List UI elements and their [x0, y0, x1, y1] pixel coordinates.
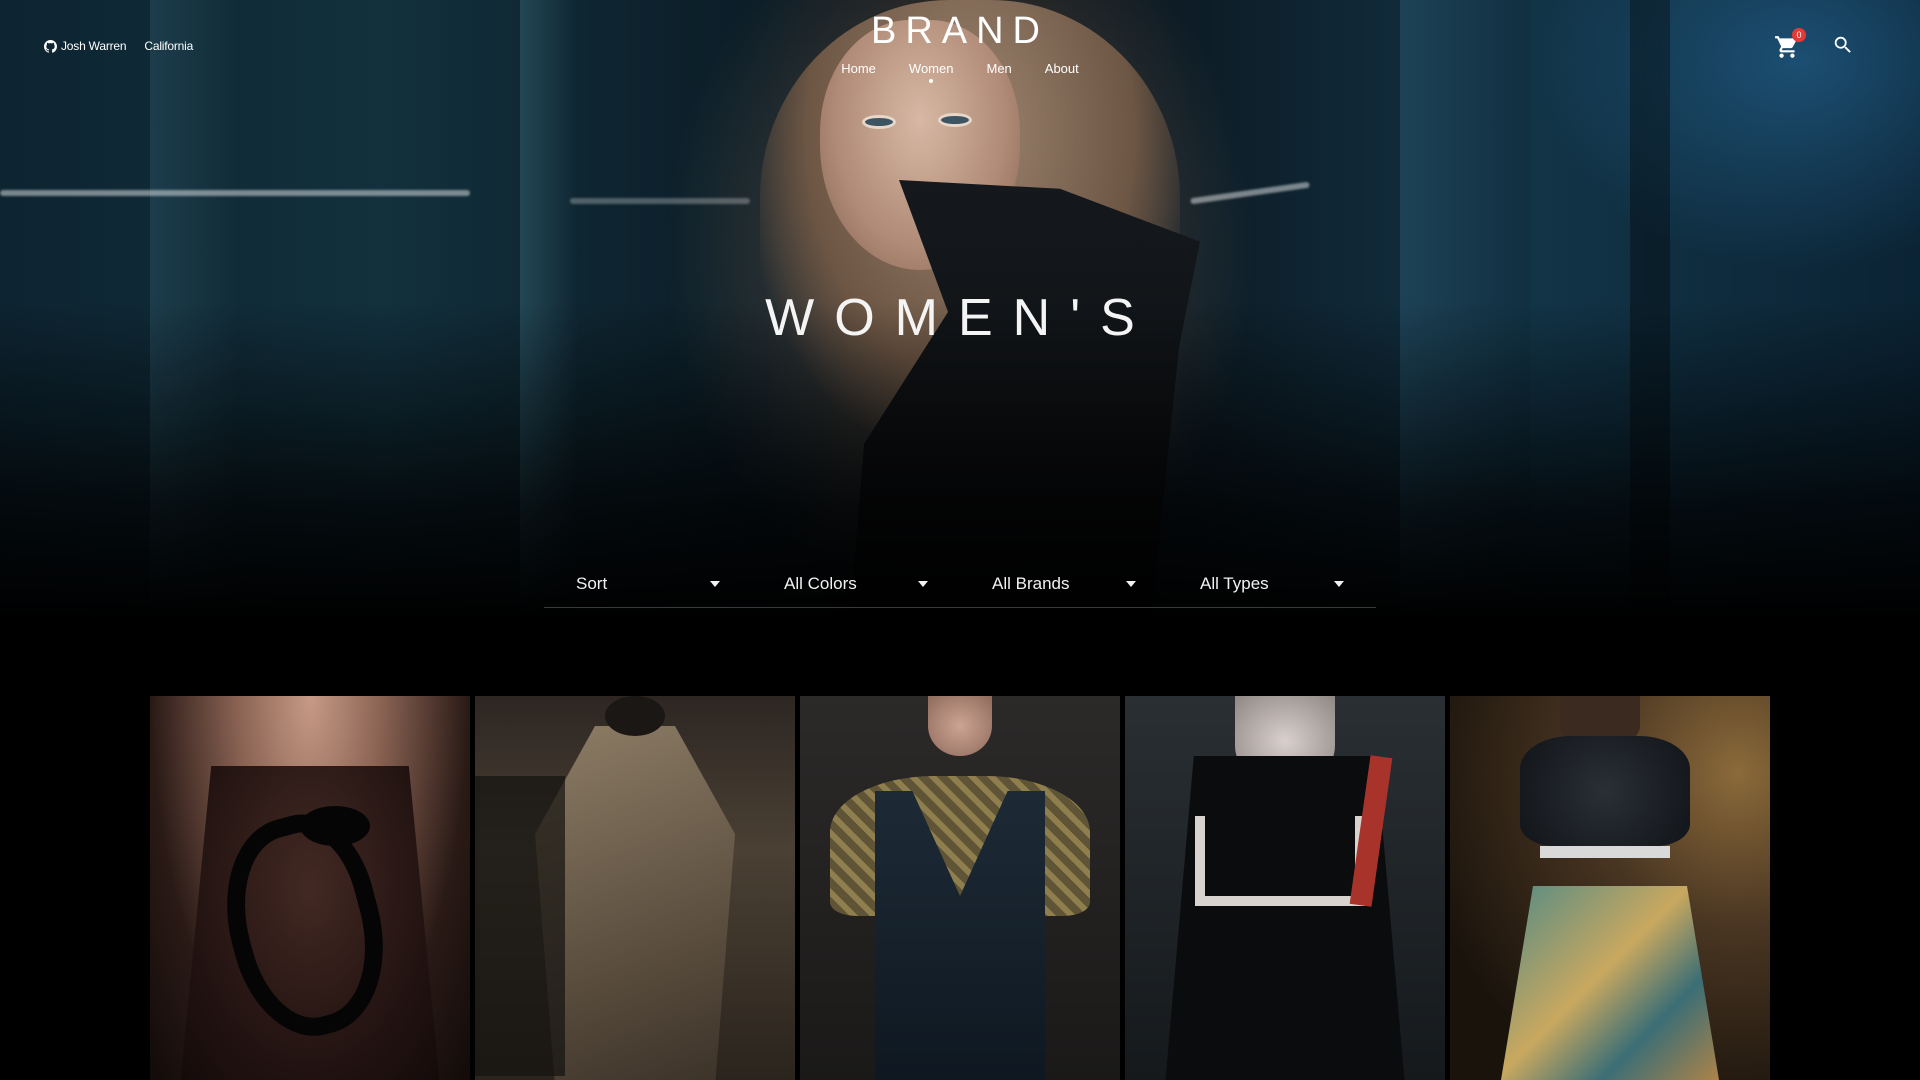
product-card[interactable]: [150, 696, 470, 1080]
location-label: California: [144, 39, 194, 53]
chevron-down-icon: [918, 581, 928, 587]
type-filter-select[interactable]: All Types: [1168, 560, 1376, 608]
sort-select-label: Sort: [576, 574, 608, 593]
product-card[interactable]: [800, 696, 1120, 1080]
product-grid: [150, 696, 1770, 1080]
chevron-down-icon: [710, 581, 720, 587]
github-user-link[interactable]: Josh Warren: [44, 39, 127, 53]
type-filter-label: All Types: [1200, 574, 1269, 593]
color-filter-label: All Colors: [784, 574, 857, 593]
page-title: WOMEN'S: [765, 289, 1155, 347]
sort-select[interactable]: Sort: [544, 560, 752, 608]
color-filter-select[interactable]: All Colors: [752, 560, 960, 608]
brand-logo[interactable]: BRAND: [760, 10, 1160, 53]
product-card[interactable]: [1450, 696, 1770, 1080]
product-card[interactable]: [475, 696, 795, 1080]
github-icon: [44, 39, 57, 53]
cart-count-badge: 0: [1792, 28, 1806, 42]
chevron-down-icon: [1126, 581, 1136, 587]
nav-home[interactable]: Home: [841, 61, 876, 76]
filter-bar: Sort All Colors All Brands All Types: [544, 560, 1376, 608]
nav-about[interactable]: About: [1045, 61, 1079, 76]
brand-filter-label: All Brands: [992, 574, 1070, 593]
product-card[interactable]: [1125, 696, 1445, 1080]
chevron-down-icon: [1334, 581, 1344, 587]
nav-women[interactable]: Women: [909, 61, 953, 83]
topbar-info: Josh Warren California: [44, 36, 193, 56]
search-icon[interactable]: [1832, 34, 1854, 56]
user-name: Josh Warren: [61, 39, 127, 53]
nav-men[interactable]: Men: [986, 61, 1011, 76]
main-nav: Home Women Men About: [760, 61, 1160, 83]
brand-filter-select[interactable]: All Brands: [960, 560, 1168, 608]
